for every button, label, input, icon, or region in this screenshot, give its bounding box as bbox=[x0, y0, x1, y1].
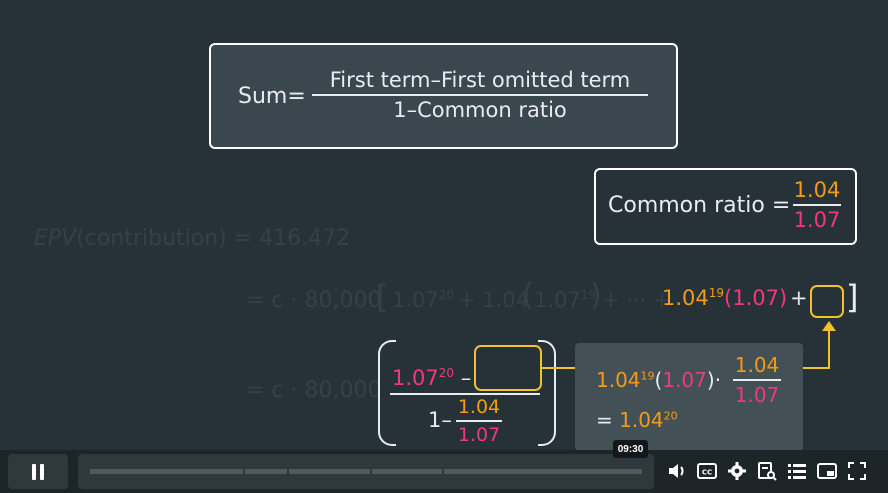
player-icons: CC bbox=[662, 458, 872, 484]
chapter-segment[interactable] bbox=[444, 469, 642, 474]
line2-term3: 1.0419(1.07) bbox=[662, 286, 788, 310]
line3-den-one: 1– bbox=[428, 408, 452, 432]
line3-den-fraction: 1.04 1.07 bbox=[456, 396, 502, 446]
sum-denominator: 1–Common ratio bbox=[393, 98, 567, 122]
connector-arrow-icon bbox=[822, 321, 836, 331]
line3-den-num: 1.04 bbox=[457, 396, 501, 418]
line2-open-bracket: [ bbox=[376, 278, 389, 316]
svg-text:CC: CC bbox=[702, 469, 712, 477]
line3-prefix: = c · 80,000 bbox=[246, 378, 382, 403]
pause-icon bbox=[32, 463, 36, 480]
line2-close-bracket: ] bbox=[846, 278, 859, 316]
volume-icon[interactable] bbox=[666, 460, 688, 482]
line2-term2-paren-close: ) bbox=[590, 278, 602, 313]
captions-icon[interactable]: CC bbox=[696, 460, 718, 482]
connector-vertical bbox=[828, 330, 830, 369]
picture-in-picture-icon[interactable] bbox=[816, 460, 838, 482]
line2-term2-inner: 1.0719 bbox=[534, 288, 597, 312]
pause-icon-bar bbox=[40, 463, 44, 480]
sum-fraction: First term–First omitted term 1–Common r… bbox=[312, 68, 648, 122]
line3-den-den: 1.07 bbox=[457, 424, 501, 446]
chapter-segment[interactable] bbox=[90, 469, 243, 474]
ratio-numerator: 1.04 bbox=[793, 178, 841, 202]
line3-fraction-bar bbox=[390, 393, 540, 395]
line2-term2-paren: ( bbox=[522, 278, 534, 313]
settings-gear-icon[interactable] bbox=[726, 460, 748, 482]
connector-horizontal-right bbox=[803, 367, 830, 369]
line2-plus: + bbox=[790, 286, 808, 310]
pause-button[interactable] bbox=[8, 454, 68, 489]
sum-numerator: First term–First omitted term bbox=[329, 68, 631, 92]
ratio-denominator: 1.07 bbox=[793, 208, 841, 232]
line2-dots: + ··· + bbox=[602, 288, 671, 312]
sum-label: Sum= bbox=[238, 84, 306, 109]
transcript-search-icon[interactable] bbox=[756, 460, 778, 482]
chapter-segment[interactable] bbox=[245, 469, 287, 474]
callout-frac-num: 1.04 bbox=[734, 353, 780, 377]
callout-frac-den: 1.07 bbox=[734, 383, 780, 407]
line3-placeholder-box bbox=[474, 345, 542, 391]
line2-plus-term2: + 1.04 bbox=[458, 288, 530, 312]
line3-numerator: 1.0720 – bbox=[392, 366, 472, 390]
callout-result: = 1.0420 bbox=[596, 408, 678, 432]
callout-fraction: 1.04 1.07 bbox=[733, 353, 781, 407]
callout-expression: 1.0419(1.07)· bbox=[596, 368, 722, 392]
common-ratio-label: Common ratio = bbox=[608, 193, 791, 218]
chapters-list-icon[interactable] bbox=[786, 460, 808, 482]
common-ratio-fraction: 1.04 1.07 bbox=[793, 178, 841, 232]
progress-track[interactable] bbox=[78, 454, 654, 489]
chapter-segment[interactable] bbox=[289, 469, 370, 474]
line2-prefix: = c · 80,000 bbox=[246, 288, 382, 313]
chapter-segment[interactable] bbox=[372, 469, 442, 474]
epv-line: EPV(contribution) = 416.472 bbox=[34, 226, 351, 251]
line2-term1: 1.0720 bbox=[392, 288, 455, 312]
fullscreen-icon[interactable] bbox=[846, 460, 868, 482]
video-frame[interactable]: Sum= First term–First omitted term 1–Com… bbox=[0, 0, 888, 451]
connector-horizontal-left bbox=[542, 367, 575, 369]
line2-placeholder-box bbox=[810, 285, 844, 318]
time-tooltip: 09:30 bbox=[613, 440, 648, 458]
